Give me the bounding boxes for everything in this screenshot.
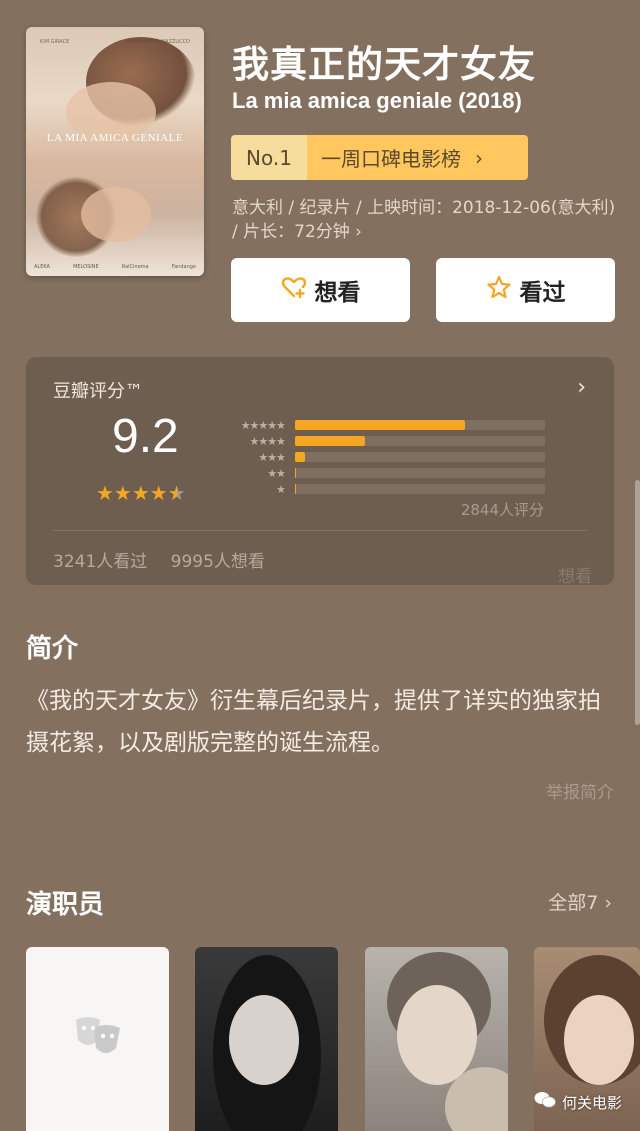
cast-card[interactable]: [365, 947, 508, 1131]
chevron-right-icon: ›: [475, 145, 483, 170]
rating-bar-stars: ★★: [267, 466, 286, 480]
rating-bar-fill: [295, 484, 297, 494]
rating-bar-fill: [295, 420, 465, 430]
rating-card[interactable]: 豆瓣评分™ › 9.2 ★★★★★ ★★★★★ ★★★★ ★★★ ★★ ★ 2844人评…: [26, 357, 614, 587]
rating-stars: ★★★★★: [96, 481, 186, 505]
rating-bar-stars: ★★★★: [249, 434, 286, 448]
cast-all-link[interactable]: 全部7 ›: [548, 888, 612, 915]
movie-title-cn: 我真正的天才女友: [232, 43, 536, 86]
stars-filled: ★★★★: [96, 481, 168, 505]
movie-poster[interactable]: KIM GIRACE MARGHERITA MAZZUCCO LA MIA AM…: [26, 27, 204, 276]
intro-heading: 简介: [26, 634, 79, 664]
rating-count: 2844人评分: [460, 501, 544, 519]
star-half-icon: ★: [167, 481, 186, 505]
rating-bar-row: ★: [221, 481, 545, 497]
heart-plus-icon: [281, 275, 307, 305]
chevron-right-icon[interactable]: ›: [577, 375, 586, 400]
want-button[interactable]: 想看: [231, 258, 410, 322]
rating-bar-stars: ★★★★★: [240, 418, 286, 432]
cast-card[interactable]: [26, 947, 169, 1131]
rating-bar-row: ★★★★: [221, 433, 545, 449]
rating-bar-row: ★★: [221, 465, 545, 481]
rating-score: 9.2: [112, 410, 179, 463]
rating-bar-track: [295, 452, 545, 462]
rank-number: No.1: [231, 135, 307, 180]
star-icon: [486, 275, 512, 305]
rank-label: 一周口碑电影榜: [321, 147, 461, 171]
rating-stats: 3241人看过 9995人想看: [53, 547, 283, 572]
seen-button[interactable]: 看过: [436, 258, 615, 322]
want-count: 9995人想看: [170, 552, 265, 572]
rating-bar-fill: [295, 468, 297, 478]
poster-logo: MELOSINE: [73, 264, 99, 270]
poster-title: LA MIA AMICA GENIALE: [46, 132, 184, 144]
rating-bar-track: [295, 484, 545, 494]
want-label: 想看: [314, 280, 361, 306]
rating-bar-track: [295, 436, 545, 446]
poster-logo: RaiCinema: [121, 264, 149, 270]
watermark-text: 何关电影: [561, 1093, 622, 1112]
rating-bar-stars: ★★★: [258, 450, 286, 464]
theater-masks-icon: [72, 1014, 124, 1064]
cast-card[interactable]: [195, 947, 338, 1131]
rating-title: 豆瓣评分™: [53, 381, 143, 402]
cast-heading: 演职员: [26, 890, 105, 920]
rating-bar-fill: [295, 452, 305, 462]
rating-bar-fill: [295, 436, 365, 446]
poster-logo: Fandango: [171, 264, 196, 270]
rating-bar-row: ★★★★★: [221, 417, 545, 433]
rating-distribution: ★★★★★ ★★★★ ★★★ ★★ ★: [221, 417, 545, 497]
movie-meta[interactable]: 意大利 / 纪录片 / 上映时间：2018-12-06(意大利) / 片长：72…: [232, 196, 622, 244]
wechat-icon: [534, 1091, 556, 1113]
rating-bar-track: [295, 468, 545, 478]
seen-count: 3241人看过: [53, 552, 148, 572]
rating-bar-stars: ★: [276, 482, 286, 496]
rating-bar-track: [295, 420, 545, 430]
seen-label: 看过: [519, 280, 566, 306]
rank-badge[interactable]: No.1 一周口碑电影榜 ›: [231, 135, 528, 180]
movie-title-en: La mia amica geniale (2018): [232, 88, 522, 113]
poster-logos: ALEKA MELOSINE RaiCinema Fandango: [34, 264, 196, 270]
scrollbar[interactable]: [635, 480, 640, 725]
rating-bar-row: ★★★: [221, 449, 545, 465]
intro-text: 《我的天才女友》衍生幕后纪录片，提供了详实的独家拍摄花絮，以及剧版完整的诞生流程…: [26, 688, 601, 756]
divider: [53, 530, 587, 531]
report-intro-link[interactable]: 举报简介: [546, 778, 614, 803]
watermark: 何关电影: [534, 1091, 622, 1113]
poster-credit-left: KIM GIRACE: [40, 39, 70, 45]
want-avatar-badge: 想看: [558, 567, 592, 587]
poster-logo: ALEKA: [34, 264, 50, 270]
